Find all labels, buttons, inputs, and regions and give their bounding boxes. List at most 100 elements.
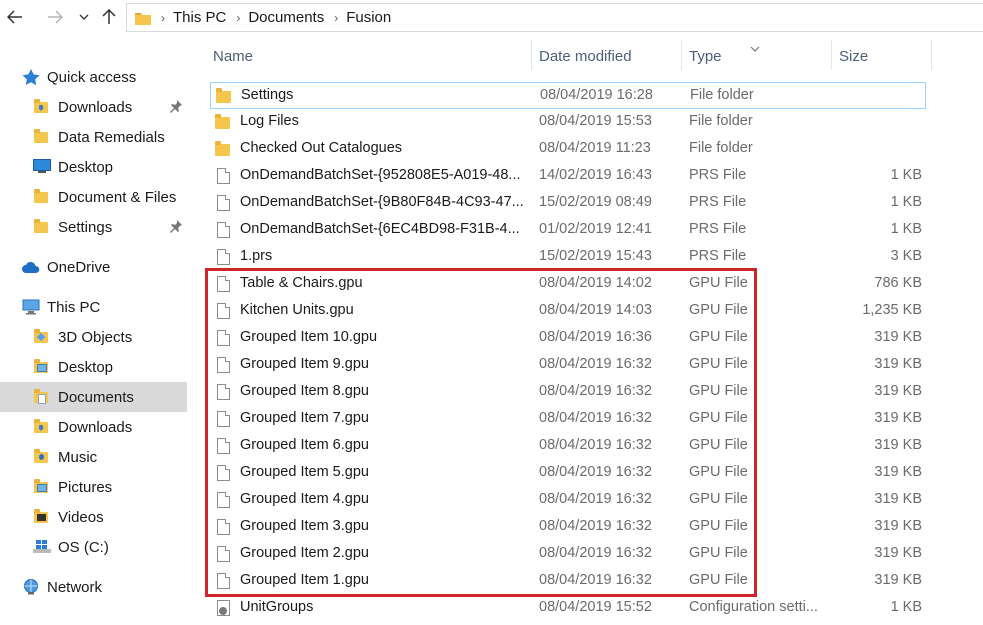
file-size: 786 KB bbox=[874, 275, 922, 291]
pin-icon[interactable] bbox=[170, 220, 182, 234]
file-size: 1 KB bbox=[890, 194, 922, 210]
file-size: 1,235 KB bbox=[862, 302, 922, 318]
file-type: GPU File bbox=[689, 491, 748, 507]
file-icon bbox=[217, 411, 230, 427]
column-divider[interactable] bbox=[931, 40, 932, 70]
chevron-right-icon[interactable]: › bbox=[161, 11, 165, 25]
chevron-right-icon[interactable]: › bbox=[334, 11, 338, 25]
file-date-modified: 08/04/2019 15:52 bbox=[539, 599, 652, 615]
arrow-up-icon bbox=[102, 9, 116, 25]
sidebar-item-label: Downloads bbox=[58, 418, 133, 436]
sidebar-item-desktop[interactable]: Desktop bbox=[0, 352, 187, 382]
file-size: 1 KB bbox=[890, 167, 922, 183]
sidebar-item-os-c[interactable]: OS (C:) bbox=[0, 532, 187, 562]
sidebar-item-label: Settings bbox=[58, 218, 113, 236]
file-size: 319 KB bbox=[874, 518, 922, 534]
sidebar-item-label: Downloads bbox=[58, 98, 133, 116]
column-header-type[interactable]: Type bbox=[689, 48, 722, 65]
file-row[interactable]: Grouped Item 3.gpu 08/04/2019 16:32 GPU Fi… bbox=[210, 514, 926, 541]
file-type: Configuration setti... bbox=[689, 599, 818, 615]
file-row[interactable]: Grouped Item 6.gpu 08/04/2019 16:32 GPU Fi… bbox=[210, 433, 926, 460]
sidebar-item-videos[interactable]: Videos bbox=[0, 502, 187, 532]
file-name: Grouped Item 9.gpu bbox=[240, 356, 369, 372]
file-size: 1 KB bbox=[890, 599, 922, 615]
breadcrumb-documents[interactable]: Documents bbox=[248, 9, 324, 26]
column-header-date[interactable]: Date modified bbox=[539, 48, 632, 65]
sidebar-item-documents[interactable]: Documents bbox=[0, 382, 187, 412]
sidebar-item-document-files[interactable]: Document & Files bbox=[0, 182, 187, 212]
sidebar-item-pictures[interactable]: Pictures bbox=[0, 472, 187, 502]
folder-row[interactable]: Settings 08/04/2019 16:28 File folder bbox=[210, 82, 926, 109]
file-size: 319 KB bbox=[874, 383, 922, 399]
file-row[interactable]: Grouped Item 2.gpu 08/04/2019 16:32 GPU Fi… bbox=[210, 541, 926, 568]
file-row[interactable]: OnDemandBatchSet-{952808E5-A019-48... 14/… bbox=[210, 163, 926, 190]
folder-icon bbox=[215, 141, 230, 156]
file-date-modified: 14/02/2019 16:43 bbox=[539, 167, 652, 183]
chevron-right-icon[interactable]: › bbox=[236, 11, 240, 25]
file-row[interactable]: Grouped Item 7.gpu 08/04/2019 16:32 GPU Fi… bbox=[210, 406, 926, 433]
file-name: UnitGroups bbox=[240, 599, 314, 615]
sidebar-item-label: Documents bbox=[58, 388, 134, 406]
file-icon bbox=[217, 249, 230, 265]
file-row[interactable]: Grouped Item 4.gpu 08/04/2019 16:32 GPU Fi… bbox=[210, 487, 926, 514]
file-date-modified: 08/04/2019 16:32 bbox=[539, 518, 652, 534]
file-row[interactable]: Grouped Item 10.gpu 08/04/2019 16:36 GPU F… bbox=[210, 325, 926, 352]
file-name: Kitchen Units.gpu bbox=[240, 302, 354, 318]
file-row[interactable]: 1.prs 15/02/2019 15:43 PRS File 3 KB bbox=[210, 244, 926, 271]
file-row[interactable]: Grouped Item 1.gpu 08/04/2019 16:32 GPU Fi… bbox=[210, 568, 926, 595]
sidebar-item-onedrive[interactable]: OneDrive bbox=[0, 252, 187, 282]
sidebar-item-quick-access[interactable]: Quick access bbox=[0, 62, 187, 92]
back-button[interactable] bbox=[4, 6, 26, 28]
file-type: PRS File bbox=[689, 194, 747, 210]
column-divider[interactable] bbox=[831, 40, 832, 70]
file-date-modified: 08/04/2019 16:32 bbox=[539, 437, 652, 453]
file-name: OnDemandBatchSet-{6EC4BD98-F31B-4... bbox=[240, 221, 520, 237]
file-name: Grouped Item 2.gpu bbox=[240, 545, 369, 561]
pin-icon[interactable] bbox=[170, 100, 182, 114]
column-divider[interactable] bbox=[681, 40, 682, 70]
file-row[interactable]: Grouped Item 8.gpu 08/04/2019 16:32 GPU Fi… bbox=[210, 379, 926, 406]
sidebar-item-desktop[interactable]: Desktop bbox=[0, 152, 187, 182]
forward-button[interactable] bbox=[44, 6, 66, 28]
folder-row[interactable]: Checked Out Catalogues 08/04/2019 11:23 Fi… bbox=[210, 136, 926, 163]
file-icon bbox=[217, 546, 230, 562]
up-button[interactable] bbox=[98, 6, 120, 28]
file-icon bbox=[217, 357, 230, 373]
column-divider[interactable] bbox=[531, 40, 532, 70]
folder-icon bbox=[33, 219, 51, 235]
file-type: File folder bbox=[689, 113, 753, 129]
3d-objects-folder-icon bbox=[33, 329, 51, 345]
file-row[interactable]: Table & Chairs.gpu 08/04/2019 14:02 GPU Fi… bbox=[210, 271, 926, 298]
sidebar-item-network[interactable]: Network bbox=[0, 572, 187, 602]
file-row[interactable]: OnDemandBatchSet-{9B80F84B-4C93-47... 15/… bbox=[210, 190, 926, 217]
sidebar-item-label: Document & Files bbox=[58, 188, 177, 206]
breadcrumb-fusion[interactable]: Fusion bbox=[346, 9, 391, 26]
file-name: Grouped Item 5.gpu bbox=[240, 464, 369, 480]
file-row[interactable]: OnDemandBatchSet-{6EC4BD98-F31B-4... 01/0… bbox=[210, 217, 926, 244]
file-type: GPU File bbox=[689, 410, 748, 426]
column-header-name[interactable]: Name bbox=[213, 48, 253, 65]
file-row[interactable]: UnitGroups 08/04/2019 15:52 Configuration … bbox=[210, 595, 926, 622]
sidebar-item-3d-objects[interactable]: 3D Objects bbox=[0, 322, 187, 352]
file-row[interactable]: Grouped Item 5.gpu 08/04/2019 16:32 GPU Fi… bbox=[210, 460, 926, 487]
recent-locations-button[interactable] bbox=[73, 6, 95, 28]
sidebar-item-data-remedials[interactable]: Data Remedials bbox=[0, 122, 187, 152]
file-row[interactable]: Grouped Item 9.gpu 08/04/2019 16:32 GPU Fi… bbox=[210, 352, 926, 379]
address-bar[interactable]: › This PC › Documents › Fusion bbox=[126, 3, 983, 32]
sidebar-item-music[interactable]: Music bbox=[0, 442, 187, 472]
cloud-icon bbox=[22, 259, 40, 275]
file-row[interactable]: Kitchen Units.gpu 08/04/2019 14:03 GPU Fil… bbox=[210, 298, 926, 325]
file-size: 319 KB bbox=[874, 545, 922, 561]
sidebar-item-this-pc[interactable]: This PC bbox=[0, 292, 187, 322]
breadcrumb-this-pc[interactable]: This PC bbox=[173, 9, 226, 26]
file-date-modified: 08/04/2019 11:23 bbox=[539, 140, 651, 156]
file-name: Checked Out Catalogues bbox=[240, 140, 403, 156]
sidebar-item-downloads[interactable]: Downloads bbox=[0, 412, 187, 442]
folder-row[interactable]: Log Files 08/04/2019 15:53 File folder bbox=[210, 109, 926, 136]
column-header-size[interactable]: Size bbox=[839, 48, 868, 65]
sidebar-item-downloads[interactable]: Downloads bbox=[0, 92, 187, 122]
file-type: PRS File bbox=[689, 248, 747, 264]
file-type: PRS File bbox=[689, 221, 747, 237]
file-size: 319 KB bbox=[874, 464, 922, 480]
sidebar-item-settings[interactable]: Settings bbox=[0, 212, 187, 242]
